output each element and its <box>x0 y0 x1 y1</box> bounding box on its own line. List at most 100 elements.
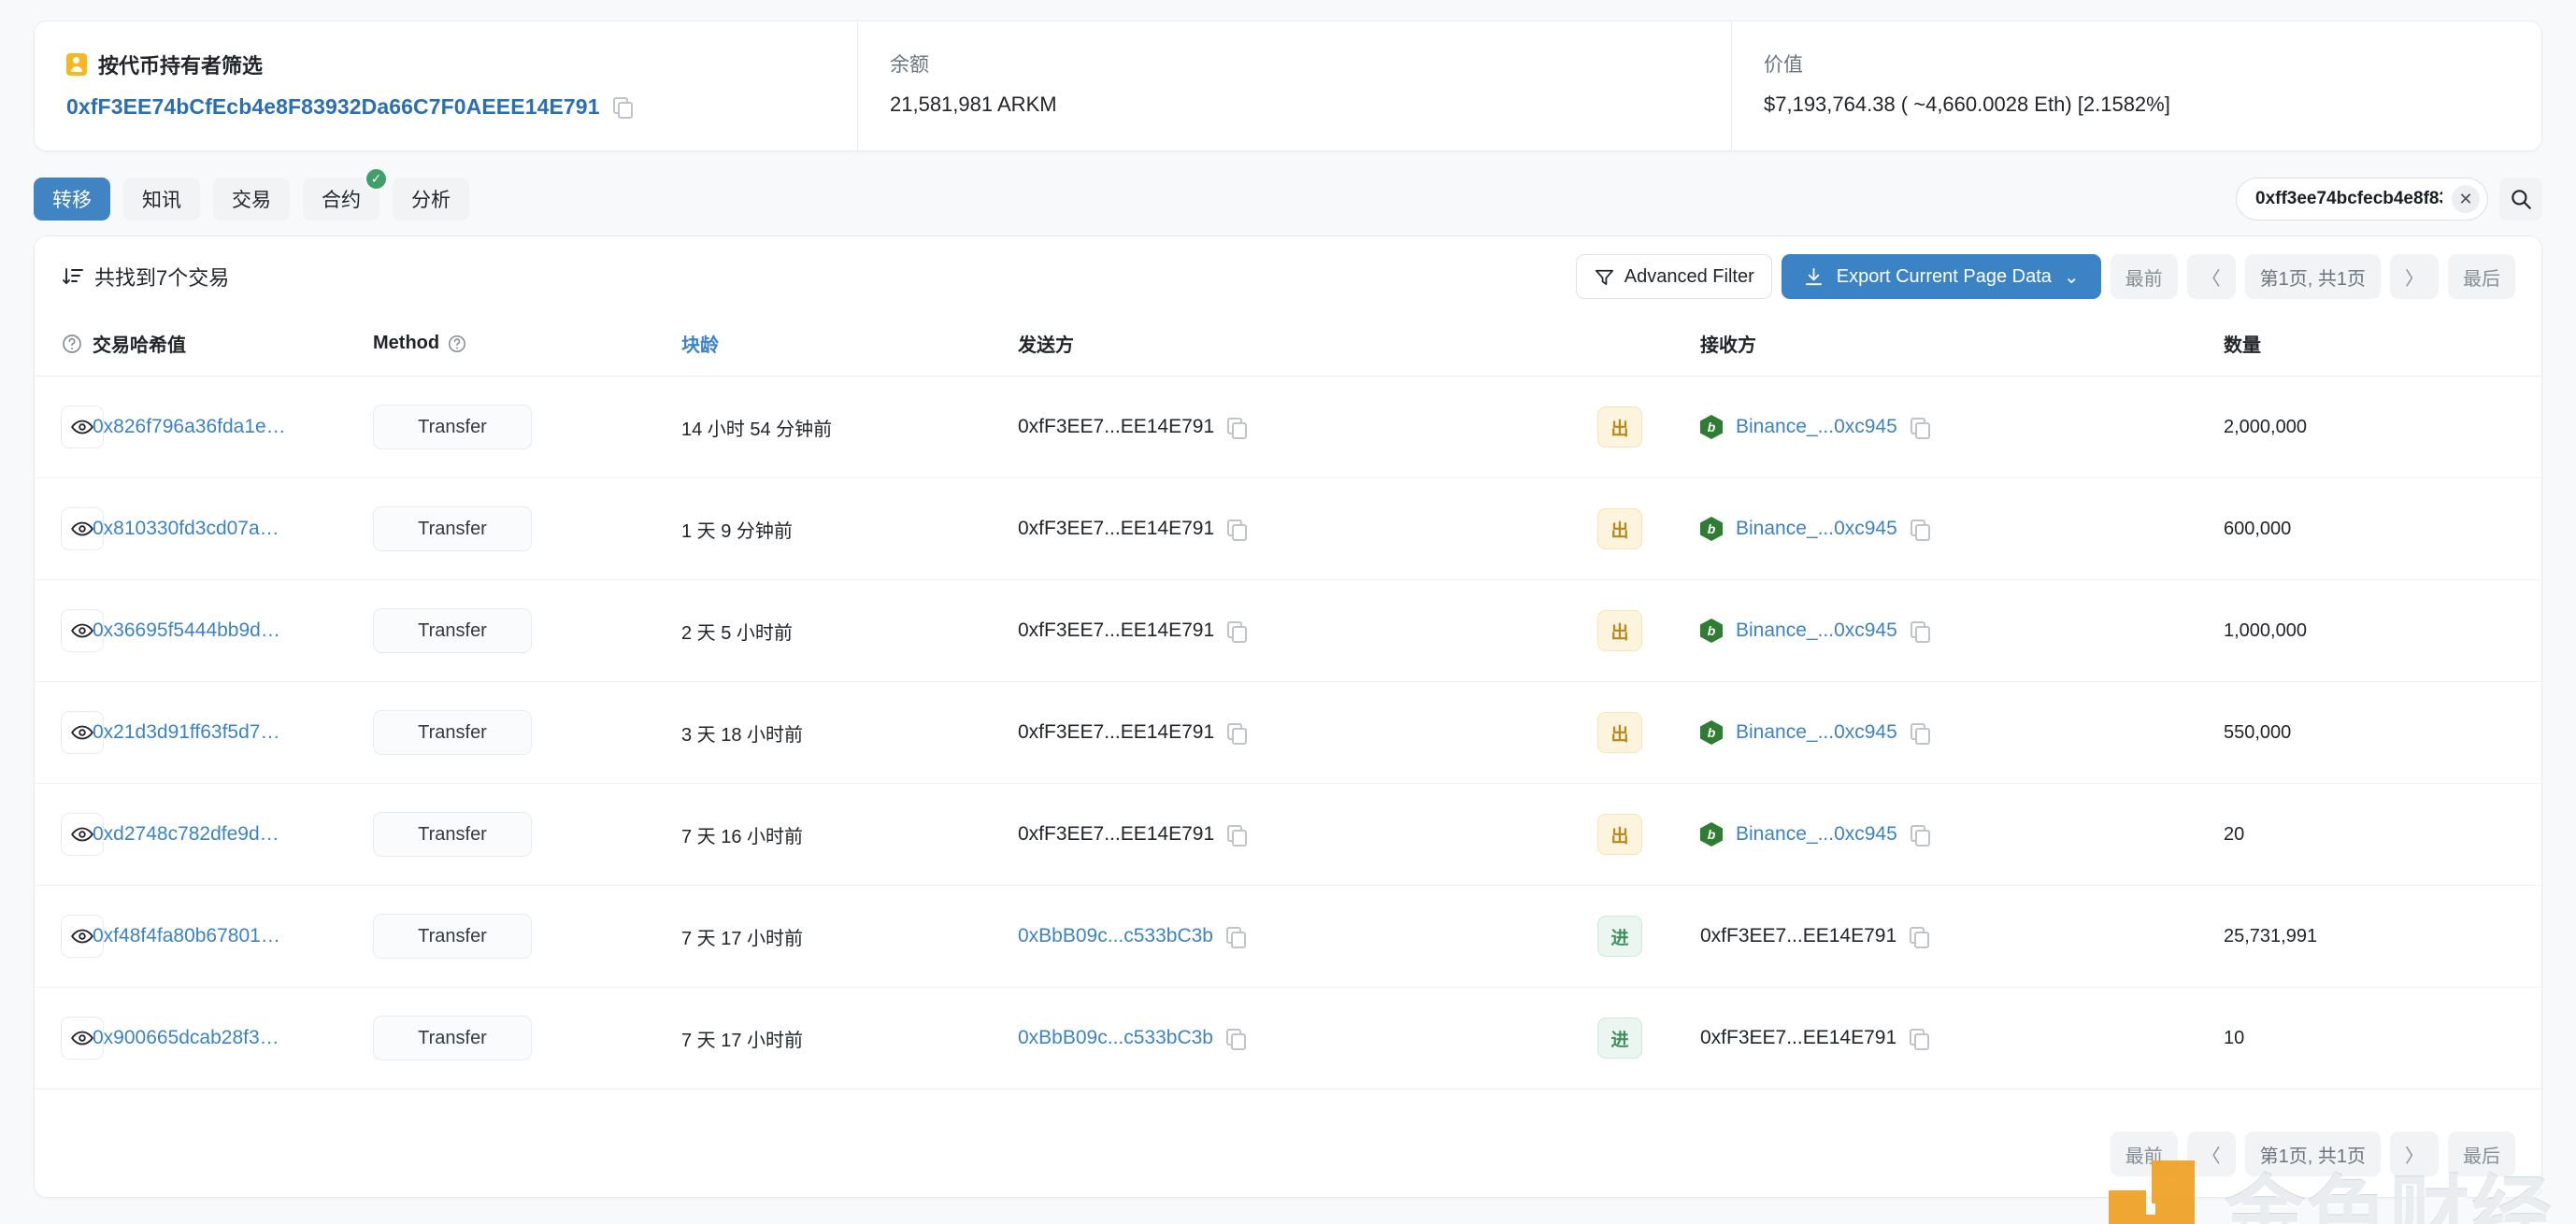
advanced-filter-label: Advanced Filter <box>1624 265 1754 287</box>
row-from-cell: 0xfF3EE7...EE14E791 <box>1018 579 1597 682</box>
direction-badge-out: 出 <box>1597 814 1642 855</box>
tab-info[interactable]: 知讯 <box>123 178 200 221</box>
row-view-cell <box>35 987 104 1089</box>
method-badge[interactable]: Transfer <box>373 405 532 449</box>
eye-icon <box>71 725 93 740</box>
row-method-cell: Transfer <box>373 376 681 478</box>
pagination-prev-bottom[interactable]: 〈 <box>2186 1131 2236 1176</box>
pagination-info-top: 第1页, 共1页 <box>2244 254 2381 299</box>
advanced-filter-button[interactable]: Advanced Filter <box>1575 254 1772 299</box>
row-direction-cell: 出 <box>1597 579 1700 682</box>
tab-analytics[interactable]: 分析 <box>393 178 469 221</box>
transaction-hash-link[interactable]: 0xd2748c782dfe9d… <box>93 823 279 845</box>
row-direction-cell: 进 <box>1597 987 1700 1089</box>
method-help-icon[interactable] <box>447 334 467 354</box>
account-address-link[interactable]: 0xfF3EE74bCfEcb4e8F83932Da66C7F0AEEE14E7… <box>66 94 600 120</box>
row-view-cell <box>35 885 104 988</box>
balance-label: 余额 <box>890 54 929 76</box>
table-row: 0xd2748c782dfe9d… Transfer 7 天 16 小时前 0xfF3… <box>35 783 2541 886</box>
copy-icon[interactable] <box>1910 417 1930 439</box>
table-header-row: 交易哈希值 Method 块龄 发送方 接收方 数量 <box>35 317 2541 377</box>
transaction-hash-link[interactable]: 0x21d3d91ff63f5d7… <box>93 721 279 743</box>
table-row: 0x21d3d91ff63f5d7… Transfer 3 天 18 小时前 0xfF… <box>35 681 2541 784</box>
row-amount-cell: 20 <box>2224 783 2541 886</box>
to-address[interactable]: Binance_...0xc945 <box>1736 619 1897 642</box>
from-address[interactable]: 0xBbB09c...c533bC3b <box>1018 1027 1213 1049</box>
method-badge[interactable]: Transfer <box>373 608 532 653</box>
transaction-hash-link[interactable]: 0xf48f4fa80b67801… <box>93 925 280 946</box>
row-direction-cell: 出 <box>1597 681 1700 784</box>
export-current-page-button[interactable]: Export Current Page Data ⌄ <box>1781 254 2101 299</box>
binance-icon: b <box>1700 720 1723 745</box>
pagination-next-top[interactable]: 〉 <box>2390 254 2439 299</box>
copy-icon[interactable] <box>1910 926 1930 948</box>
copy-address-icon[interactable] <box>612 97 633 119</box>
copy-icon[interactable] <box>1225 926 1246 948</box>
pagination-next-bottom[interactable]: 〉 <box>2390 1131 2439 1176</box>
copy-icon[interactable] <box>1225 1028 1246 1050</box>
method-badge[interactable]: Transfer <box>373 812 532 857</box>
pagination-last-bottom[interactable]: 最后 <box>2448 1131 2515 1176</box>
token-holder-filter-section: 按代币持有者筛选 0xfF3EE74bCfEcb4e8F83932Da66C7F… <box>35 21 857 150</box>
binance-icon: b <box>1700 517 1723 541</box>
copy-icon[interactable] <box>1227 824 1248 847</box>
row-from-cell: 0xBbB09c...c533bC3b <box>1018 885 1597 988</box>
tab-transfers-label: 转移 <box>52 190 92 211</box>
pagination-prev-top[interactable]: 〈 <box>2186 254 2236 299</box>
method-badge[interactable]: Transfer <box>373 710 532 755</box>
binance-icon: b <box>1700 415 1723 439</box>
table-row: 0x36695f5444bb9d… Transfer 2 天 5 小时前 0xfF3E… <box>35 579 2541 682</box>
direction-badge-out: 出 <box>1597 508 1642 549</box>
transaction-hash-link[interactable]: 0x810330fd3cd07a… <box>93 518 279 539</box>
column-info-icon <box>35 317 93 377</box>
sort-descending-icon <box>63 268 83 285</box>
row-to-cell: b Binance_...0xc945 <box>1700 783 2224 886</box>
method-badge[interactable]: Transfer <box>373 506 532 551</box>
row-method-cell: Transfer <box>373 681 681 784</box>
pagination-bottom: 最前 〈 第1页, 共1页 〉 最后 <box>2110 1131 2515 1176</box>
copy-icon[interactable] <box>1910 824 1930 847</box>
row-from-cell: 0xfF3EE7...EE14E791 <box>1018 783 1597 886</box>
account-summary-card: 按代币持有者筛选 0xfF3EE74bCfEcb4e8F83932Da66C7F… <box>34 21 2542 151</box>
to-address[interactable]: Binance_...0xc945 <box>1736 721 1897 744</box>
tab-analytics-label: 分析 <box>411 190 451 211</box>
table-row: 0xf48f4fa80b67801… Transfer 7 天 17 小时前 0xBb… <box>35 885 2541 988</box>
transaction-hash-link[interactable]: 0x36695f5444bb9d… <box>93 619 280 641</box>
transaction-hash-link[interactable]: 0x900665dcab28f3… <box>93 1027 279 1048</box>
tab-transactions[interactable]: 交易 <box>213 178 290 221</box>
from-address[interactable]: 0xBbB09c...c533bC3b <box>1018 925 1213 947</box>
method-badge[interactable]: Transfer <box>373 914 532 959</box>
tab-transfers[interactable]: 转移 <box>34 178 110 221</box>
pagination-first-bottom[interactable]: 最前 <box>2110 1131 2178 1176</box>
to-address[interactable]: Binance_...0xc945 <box>1736 518 1897 540</box>
row-age-cell: 7 天 17 小时前 <box>681 987 1018 1089</box>
row-view-cell <box>35 579 104 682</box>
copy-icon[interactable] <box>1910 1028 1930 1050</box>
transaction-hash-link[interactable]: 0x826f796a36fda1e… <box>93 416 286 437</box>
binance-icon: b <box>1700 619 1723 643</box>
search-input[interactable] <box>2255 189 2442 209</box>
row-direction-cell: 出 <box>1597 376 1700 478</box>
tab-contract[interactable]: 合约 ✓ <box>303 167 388 221</box>
help-circle-icon[interactable] <box>61 333 83 355</box>
copy-icon[interactable] <box>1910 722 1930 745</box>
column-age[interactable]: 块龄 <box>681 317 1018 377</box>
address-search-box[interactable]: ✕ <box>2236 178 2488 221</box>
transfers-table-card: 共找到7个交易 Advanced Filter Export Current P… <box>34 235 2542 1198</box>
copy-icon[interactable] <box>1227 620 1248 643</box>
pagination-last-top[interactable]: 最后 <box>2448 254 2515 299</box>
search-button[interactable] <box>2499 178 2542 221</box>
copy-icon[interactable] <box>1910 620 1930 643</box>
method-badge[interactable]: Transfer <box>373 1016 532 1060</box>
to-address[interactable]: Binance_...0xc945 <box>1736 823 1897 846</box>
copy-icon[interactable] <box>1227 417 1248 439</box>
transfers-table: 交易哈希值 Method 块龄 发送方 接收方 数量 0x826f796a36f… <box>35 317 2541 1089</box>
copy-icon[interactable] <box>1910 519 1930 541</box>
verified-check-icon: ✓ <box>365 167 388 191</box>
to-address[interactable]: Binance_...0xc945 <box>1736 416 1897 438</box>
pagination-first-top[interactable]: 最前 <box>2110 254 2178 299</box>
copy-icon[interactable] <box>1227 722 1248 745</box>
copy-icon[interactable] <box>1227 519 1248 541</box>
chevron-down-icon: ⌄ <box>2063 266 2080 288</box>
clear-search-icon[interactable]: ✕ <box>2452 185 2480 213</box>
